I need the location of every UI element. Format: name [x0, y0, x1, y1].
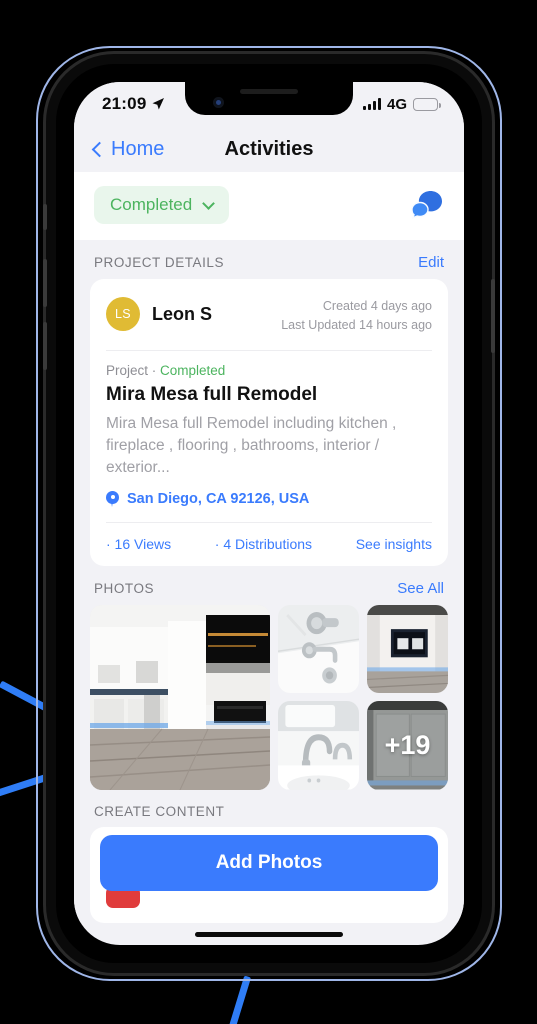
- project-status-badge: Completed: [160, 362, 226, 378]
- edit-link[interactable]: Edit: [418, 254, 444, 271]
- create-content-header: CREATE CONTENT: [74, 790, 464, 827]
- map-pin-icon: [106, 490, 119, 508]
- phone-bezel: 21:09 4G Home Activities Completed PROJE…: [56, 64, 482, 963]
- mute-switch[interactable]: [43, 204, 47, 230]
- location-arrow-icon: [152, 98, 165, 110]
- home-indicator[interactable]: [195, 931, 343, 937]
- photos-header: PHOTOS See All: [74, 566, 464, 605]
- volume-up-button[interactable]: [43, 259, 47, 307]
- owner-block: LS Leon S: [106, 297, 212, 331]
- photo-tile-large[interactable]: [90, 604, 270, 790]
- status-bar-left: 21:09: [102, 94, 165, 114]
- notch: [185, 82, 353, 115]
- project-kicker-prefix: Project ·: [106, 362, 161, 378]
- status-bar-time: 21:09: [102, 94, 147, 113]
- photo-tile-2[interactable]: [278, 604, 359, 694]
- status-filter-dropdown[interactable]: Completed: [94, 186, 230, 224]
- photo-fireplace: [367, 604, 448, 694]
- status-filter-label: Completed: [110, 195, 193, 214]
- photo-more-count: +19: [384, 730, 431, 760]
- see-all-link[interactable]: See All: [397, 580, 444, 597]
- created-timestamp: Created 4 days ago: [322, 299, 432, 313]
- filter-row: Completed: [74, 172, 464, 240]
- photo-kitchen-living-room: [90, 604, 270, 790]
- photo-grid-right: +19: [278, 604, 448, 790]
- create-content-card: View and edit this content's details Add…: [90, 826, 448, 923]
- photo-tile-3[interactable]: [367, 604, 448, 694]
- photo-bathroom-faucet: [278, 701, 359, 790]
- front-camera-icon: [213, 97, 224, 108]
- project-details-header: PROJECT DETAILS Edit: [74, 240, 464, 279]
- owner-name: Leon S: [152, 303, 213, 324]
- project-location[interactable]: San Diego, CA 92126, USA: [106, 490, 432, 508]
- distributions-stat[interactable]: · 4 Distributions: [215, 536, 312, 552]
- photo-shower-fixtures: [278, 604, 359, 694]
- project-title: Mira Mesa full Remodel: [106, 383, 318, 405]
- project-location-label: San Diego, CA 92126, USA: [127, 491, 310, 508]
- earpiece-speaker: [240, 89, 298, 94]
- photo-tile-5-more[interactable]: +19: [367, 701, 448, 790]
- scroll-content[interactable]: PROJECT DETAILS Edit LS Leon S Created 4…: [74, 240, 464, 923]
- network-type-label: 4G: [386, 95, 407, 113]
- phone-screen: 21:09 4G Home Activities Completed PROJE…: [74, 82, 464, 945]
- see-insights-link[interactable]: See insights: [356, 536, 432, 552]
- project-description: Mira Mesa full Remodel including kitchen…: [106, 414, 397, 476]
- battery-icon: [413, 97, 441, 111]
- avatar: LS: [106, 297, 140, 331]
- views-stat[interactable]: · 16 Views: [106, 536, 171, 552]
- project-status-line: Project · Completed: [106, 363, 432, 378]
- project-card-body: Project · Completed Mira Mesa full Remod…: [106, 351, 432, 522]
- project-stats-row: · 16 Views · 4 Distributions See insight…: [106, 521, 432, 566]
- section-title-project-details: PROJECT DETAILS: [94, 255, 225, 270]
- timestamps: Created 4 days ago Last Updated 14 hours…: [281, 297, 432, 336]
- signal-bars-icon: [362, 98, 381, 110]
- back-button[interactable]: Home: [91, 137, 165, 161]
- back-button-label: Home: [111, 137, 165, 160]
- status-bar-right: 4G: [362, 95, 441, 113]
- photo-tile-4[interactable]: [278, 701, 359, 790]
- screenshot-stage: 21:09 4G Home Activities Completed PROJE…: [0, 0, 537, 1024]
- updated-timestamp: Last Updated 14 hours ago: [281, 318, 432, 333]
- chat-bubbles-icon[interactable]: [410, 190, 444, 220]
- add-photos-button[interactable]: Add Photos: [100, 834, 438, 891]
- photo-grid: +19: [74, 604, 464, 790]
- project-card-header: LS Leon S Created 4 days ago Last Update…: [106, 279, 432, 351]
- volume-down-button[interactable]: [43, 322, 47, 370]
- chevron-left-icon: [91, 141, 108, 157]
- nav-bar: Home Activities: [74, 126, 464, 172]
- section-title-create-content: CREATE CONTENT: [94, 803, 225, 819]
- phone-device: 21:09 4G Home Activities Completed PROJE…: [43, 54, 495, 973]
- power-button[interactable]: [491, 279, 495, 353]
- chevron-down-icon: [202, 196, 216, 210]
- project-card: LS Leon S Created 4 days ago Last Update…: [90, 279, 448, 566]
- section-title-photos: PHOTOS: [94, 580, 155, 596]
- decorative-line-3: [223, 975, 252, 1024]
